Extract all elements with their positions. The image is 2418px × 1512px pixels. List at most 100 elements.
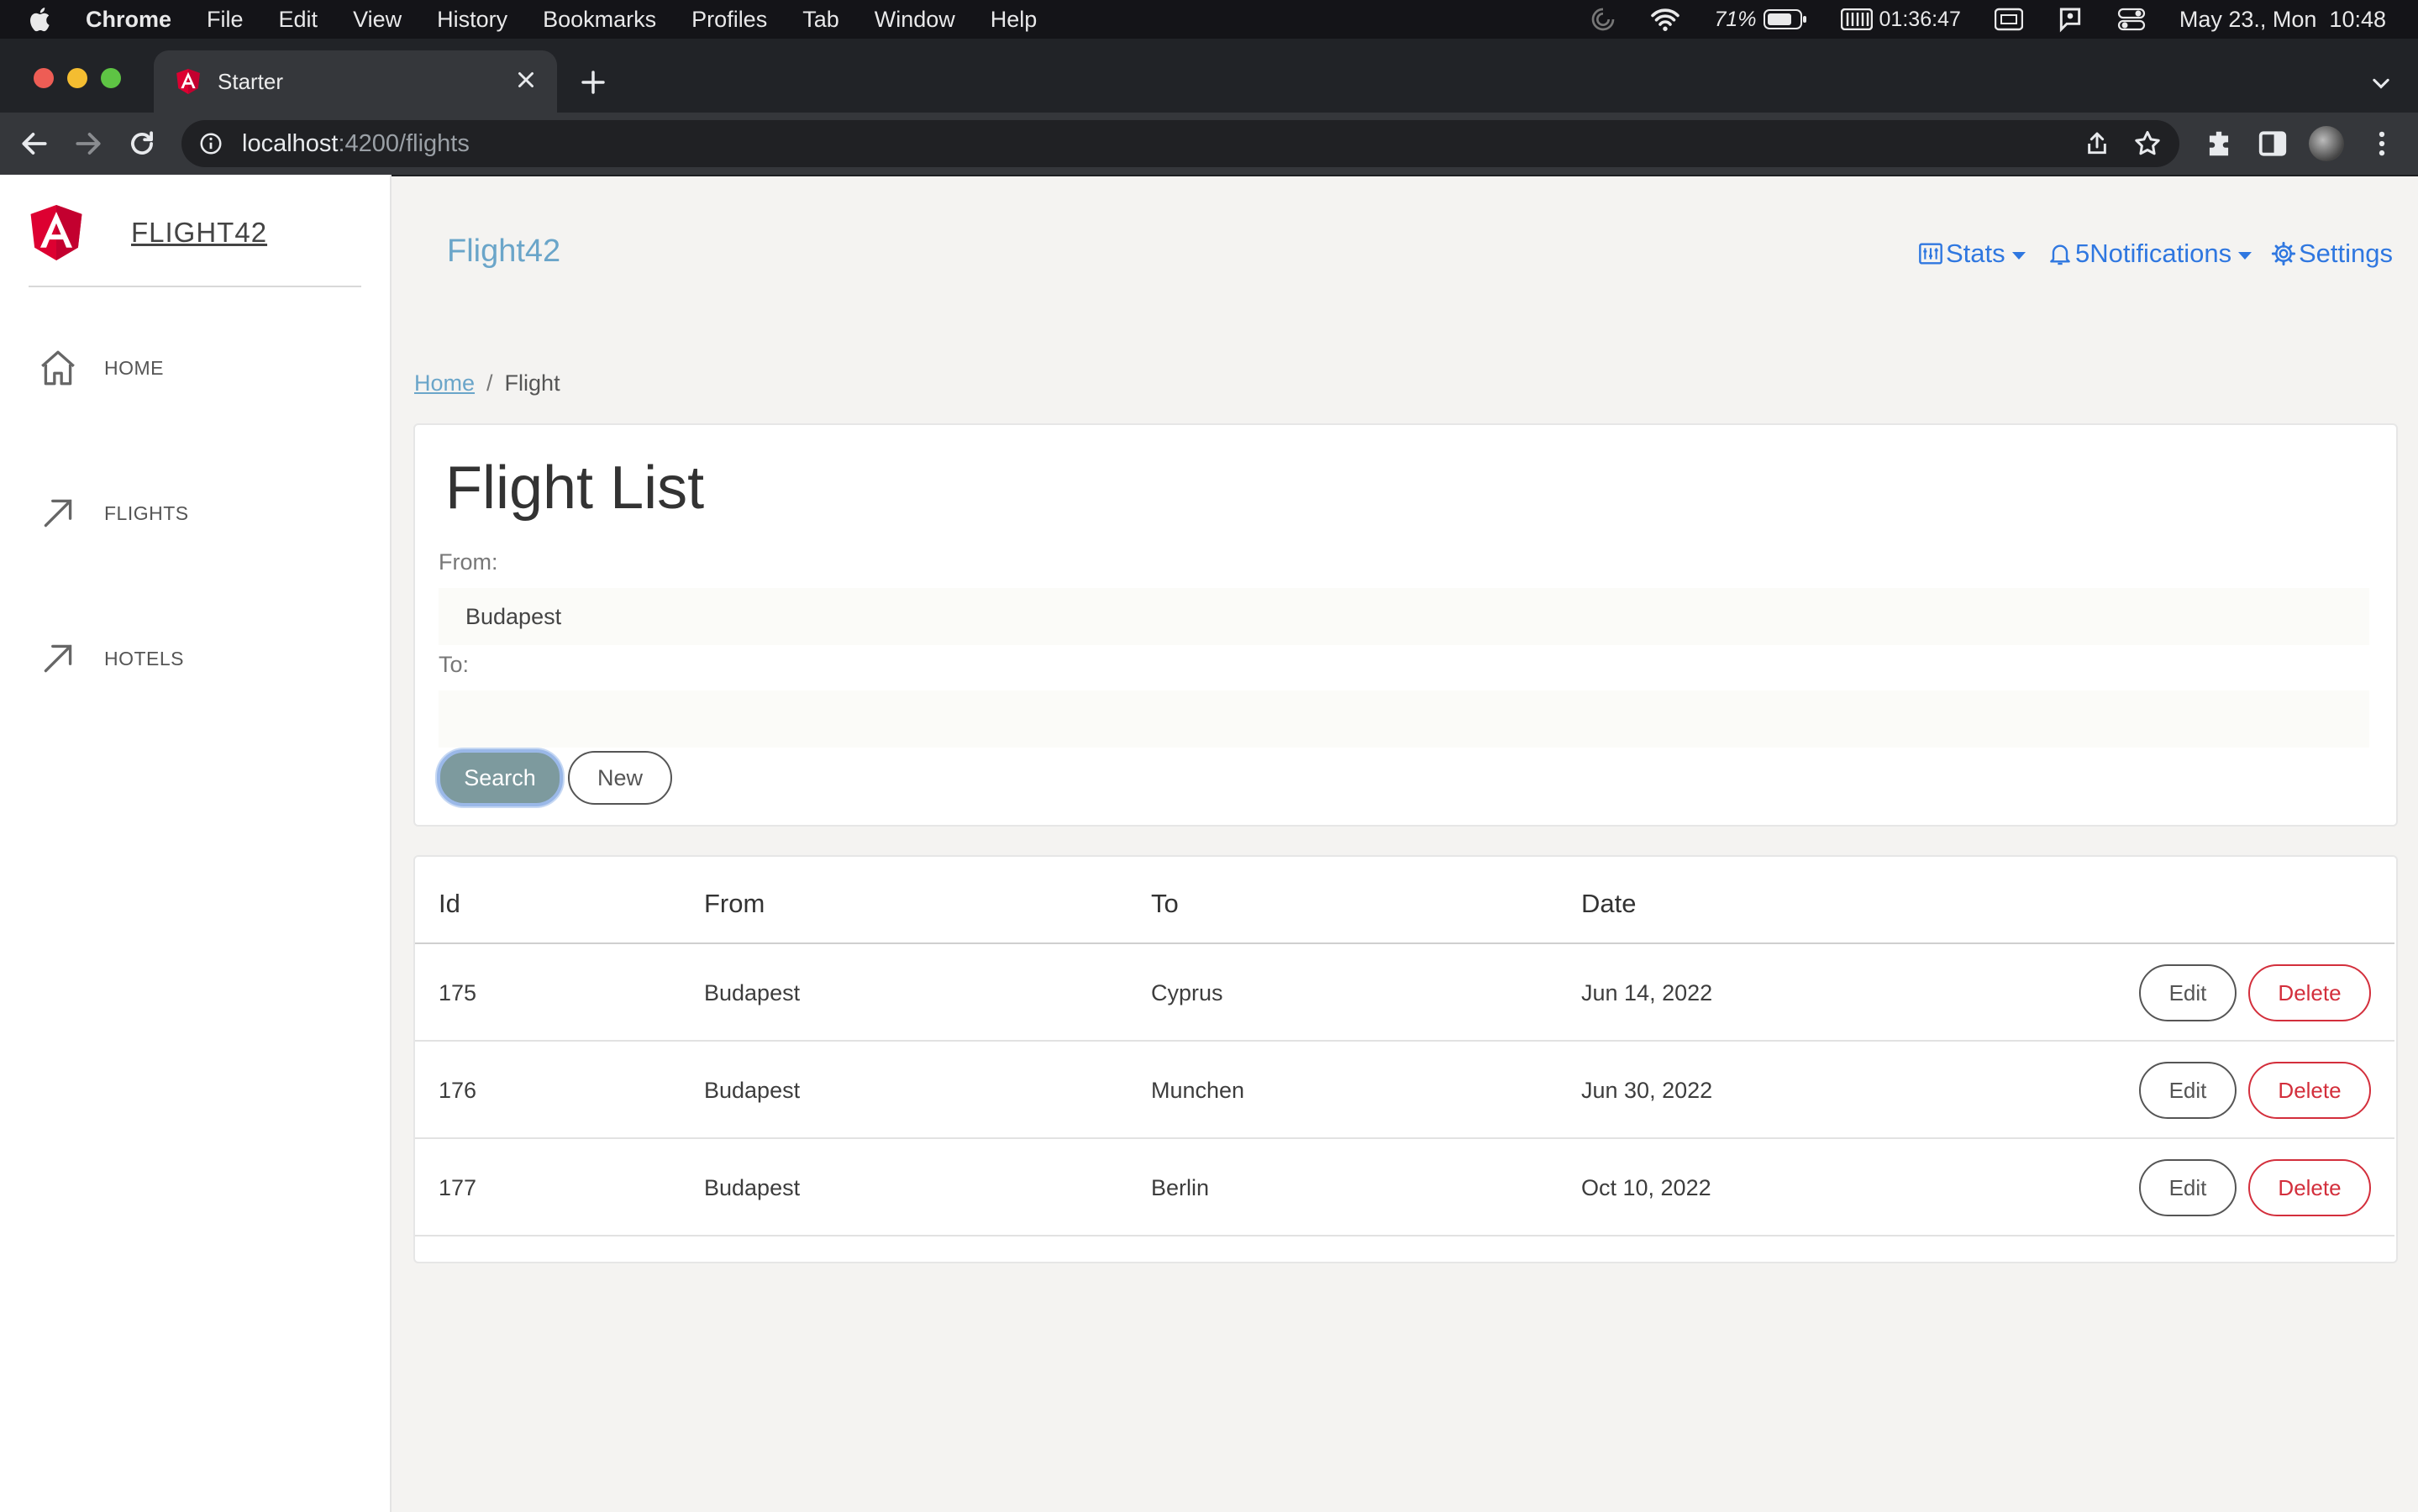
tab-close-icon[interactable] [513,67,539,92]
settings-link[interactable]: Settings [2270,239,2393,269]
cell-to: Cyprus [1151,980,1223,1005]
cell-from: Budapest [704,1078,801,1103]
wifi-icon[interactable] [1650,7,1680,32]
clock-datetime: May 23., Mon 10:48 [2179,6,2386,32]
menu-chrome[interactable]: Chrome [86,7,171,33]
control-center-icon[interactable] [2117,7,2146,32]
clock[interactable]: May 23., Mon 10:48 [2179,7,2386,33]
feedback-icon[interactable] [2057,6,2084,33]
macos-menubar: Chrome File Edit View History Bookmarks … [0,0,2418,39]
menu-tab[interactable]: Tab [802,7,839,33]
edit-button[interactable]: Edit [2139,1159,2237,1216]
chrome-menu-icon[interactable] [2366,128,2398,160]
cell-from: Budapest [704,1175,801,1200]
stats-icon [1919,243,1942,265]
to-input[interactable] [439,690,2369,748]
url-text: localhost:4200/flights [242,130,470,158]
sidebar-item-label: FLIGHTS [104,501,189,524]
delete-button[interactable]: Delete [2248,1159,2371,1216]
extensions-puzzle-icon[interactable] [2203,128,2235,160]
home-icon [41,350,75,386]
cell-id: 176 [439,1078,477,1103]
menubar-status-area: 71% 01:36:47 May 23., Mon 10:48 [1556,0,2386,39]
tab-search-chevron-icon[interactable] [2369,72,2393,96]
sidebar-item-hotels[interactable]: HOTELS [37,629,356,688]
caret-down-icon [2238,251,2252,260]
breadcrumb: Home / Flight [414,370,560,396]
app-title[interactable]: Flight42 [447,234,560,270]
share-icon[interactable] [2084,130,2110,157]
column-header-date: Date [1581,889,1637,918]
forward-arrow-icon[interactable] [72,128,104,160]
close-window-button[interactable] [34,68,54,88]
sidebar-item-flights[interactable]: FLIGHTS [37,484,356,543]
profile-avatar[interactable] [2309,126,2344,161]
minimize-window-button[interactable] [67,68,87,88]
new-tab-icon[interactable] [580,69,607,96]
cell-date: Oct 10, 2022 [1581,1175,1711,1200]
delete-button[interactable]: Delete [2248,964,2371,1021]
angular-favicon-icon [176,69,200,94]
stats-dropdown[interactable]: Stats [1917,239,2026,269]
caret-down-icon [2011,251,2026,260]
cell-id: 177 [439,1175,477,1200]
cell-date: Jun 30, 2022 [1581,1078,1713,1103]
address-bar[interactable]: localhost:4200/flights [181,120,2179,167]
menu-bookmarks[interactable]: Bookmarks [543,7,656,33]
bookmark-star-icon[interactable] [2132,129,2163,159]
notifications-label: Notifications [2089,239,2232,268]
sidebar-item-label: HOTELS [104,647,185,669]
url-path: :4200/flights [338,129,470,157]
cell-to: Berlin [1151,1175,1210,1200]
tab-title: Starter [218,68,284,94]
settings-label: Settings [2299,239,2394,268]
battery-percent: 71% [1714,7,1757,31]
gear-icon [2271,241,2296,266]
sidebar-item-home[interactable]: HOME [37,339,356,397]
browser-tab-active[interactable]: Starter [154,50,557,113]
sidebar-brand-link[interactable]: FLIGHT42 [131,217,267,249]
url-host: localhost [242,129,339,157]
edit-button[interactable]: Edit [2139,1062,2237,1119]
delete-button[interactable]: Delete [2248,1062,2371,1119]
site-info-icon[interactable] [198,131,223,156]
menu-history[interactable]: History [437,7,507,33]
bell-icon [2050,244,2070,265]
timer-value: 01:36:47 [1879,7,1961,31]
notifications-dropdown[interactable]: 5 Notifications [2047,239,2252,269]
menu-edit[interactable]: Edit [279,7,318,33]
back-arrow-icon[interactable] [18,128,50,160]
menu-file[interactable]: File [207,7,244,33]
column-header-id: Id [439,889,460,918]
menu-help[interactable]: Help [991,7,1038,33]
cell-to: Munchen [1151,1078,1245,1103]
timer-status[interactable]: 01:36:47 [1840,7,1961,32]
sidebar-item-label: HOME [104,356,164,379]
angular-logo-icon[interactable] [30,205,82,260]
apple-icon[interactable] [27,5,55,34]
from-input[interactable]: Budapest [439,588,2369,645]
screen-icon[interactable] [1994,8,2023,31]
notifications-count: 5 [2075,239,2090,268]
keyboard-icon [1840,8,1873,30]
menu-profiles[interactable]: Profiles [691,7,767,33]
arrow-up-right-icon [44,644,72,673]
column-header-to: To [1151,889,1179,918]
menu-view[interactable]: View [353,7,402,33]
breadcrumb-current: Flight [504,370,560,396]
battery-icon [1763,9,1806,29]
sidebar-divider [29,286,361,287]
breadcrumb-home-link[interactable]: Home [414,370,475,396]
new-flight-button[interactable]: New [568,751,672,805]
focus-icon[interactable] [1590,6,1616,33]
battery-status[interactable]: 71% [1714,8,1806,32]
menu-window[interactable]: Window [875,7,955,33]
from-label: From: [439,549,498,575]
side-panel-icon[interactable] [2257,128,2289,160]
search-button[interactable]: Search [437,749,563,806]
reload-icon[interactable] [126,128,158,160]
cell-id: 175 [439,980,477,1005]
edit-button[interactable]: Edit [2139,964,2237,1021]
page-title: Flight List [445,454,705,522]
zoom-window-button[interactable] [101,68,121,88]
